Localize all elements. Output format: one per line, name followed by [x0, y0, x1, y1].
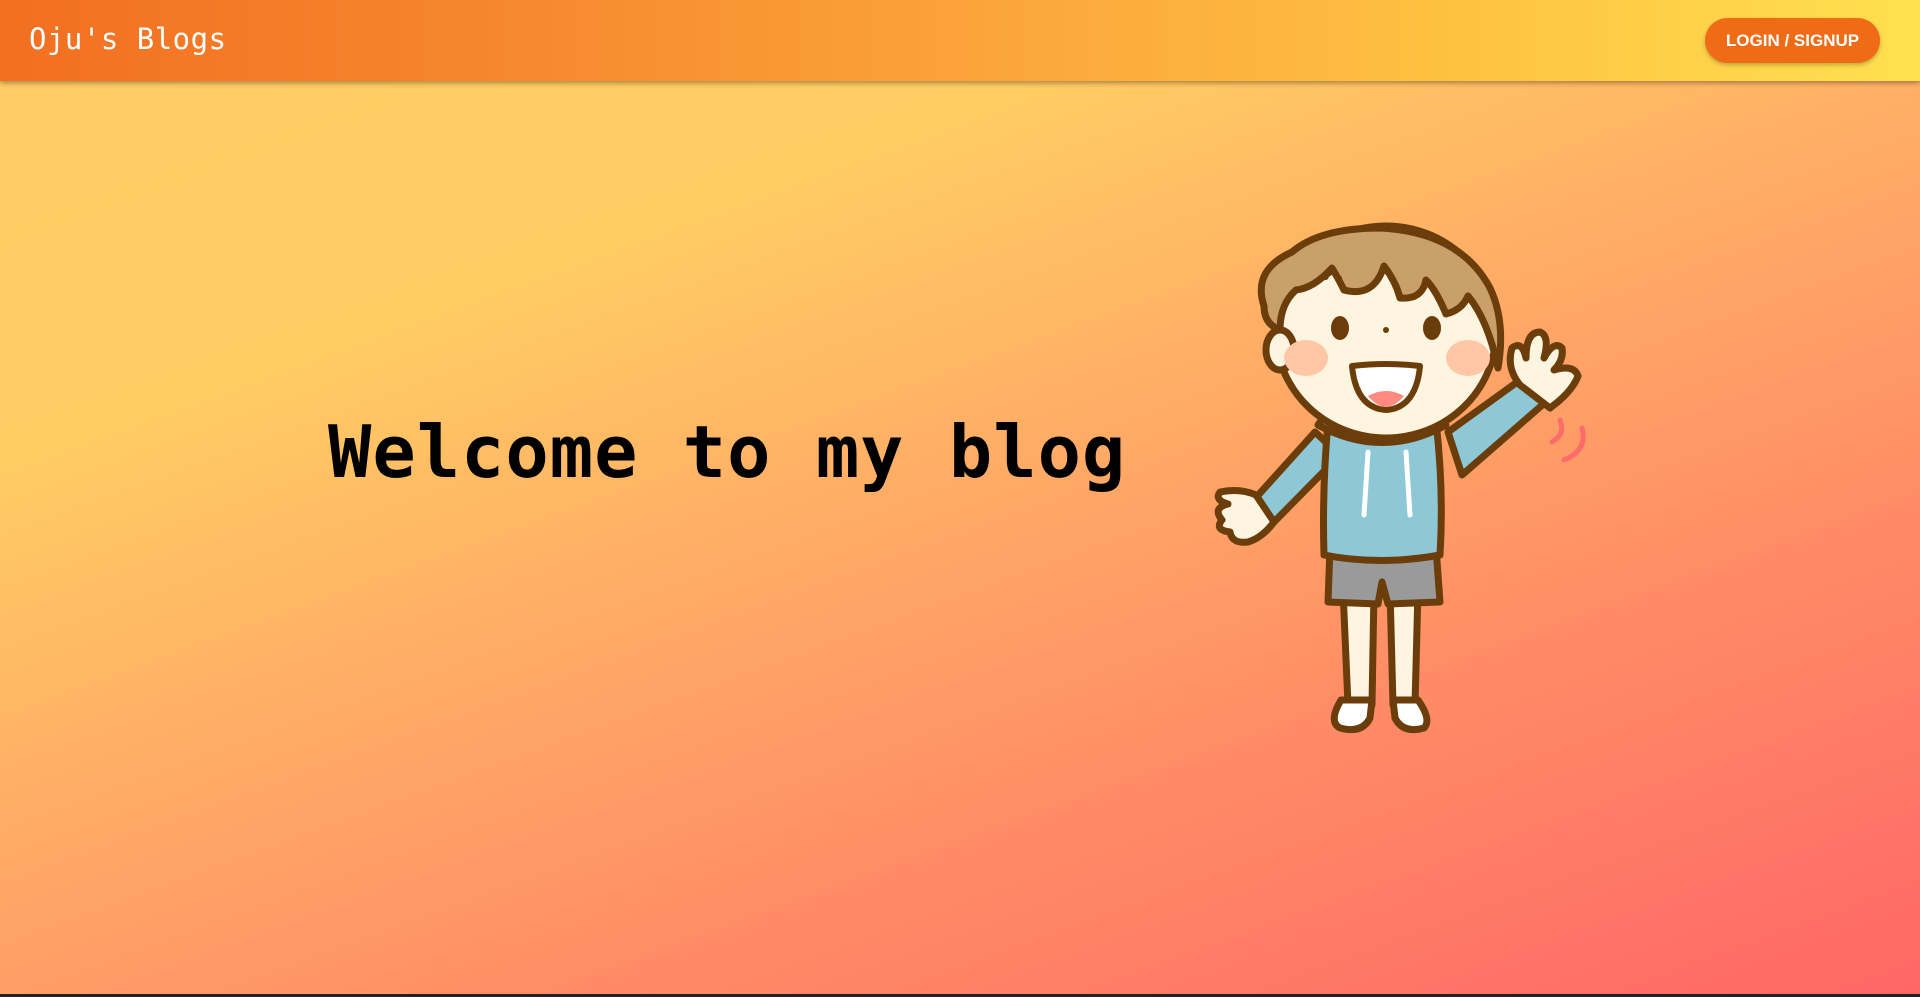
login-signup-button[interactable]: LOGIN / SIGNUP: [1705, 18, 1880, 63]
brand-title[interactable]: Oju's Blogs: [29, 22, 227, 56]
waving-boy-illustration: [1214, 222, 1586, 734]
top-navbar: Oju's Blogs LOGIN / SIGNUP: [0, 0, 1920, 81]
hero-title: Welcome to my blog: [328, 410, 1127, 494]
